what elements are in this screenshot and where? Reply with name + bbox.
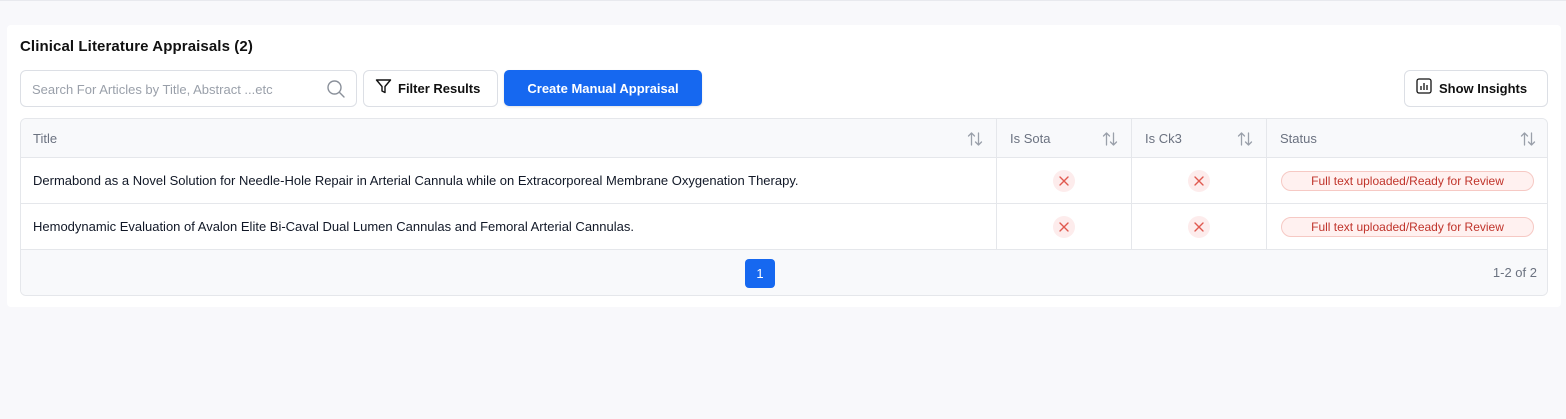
page-title: Clinical Literature Appraisals (2) — [20, 38, 253, 55]
search-input[interactable] — [32, 80, 322, 98]
column-header-is-sota[interactable]: Is Sota — [997, 119, 1132, 157]
table-row[interactable]: Hemodynamic Evaluation of Avalon Elite B… — [21, 204, 1547, 250]
pagination-range: 1-2 of 2 — [1492, 265, 1537, 280]
close-icon — [1053, 215, 1075, 238]
status-cell: Full text uploaded/Ready for Review — [1267, 204, 1547, 249]
status-cell: Full text uploaded/Ready for Review — [1267, 158, 1547, 203]
filter-results-label: Filter Results — [398, 81, 481, 96]
column-header-status[interactable]: Status — [1267, 119, 1547, 157]
close-icon — [1053, 169, 1075, 192]
close-icon — [1188, 169, 1210, 192]
toolbar: Filter Results Create Manual Appraisal S… — [20, 70, 1548, 107]
sort-icon[interactable] — [1519, 130, 1537, 148]
show-insights-label: Show Insights — [1439, 81, 1528, 96]
sort-icon[interactable] — [966, 130, 984, 148]
top-divider — [0, 0, 1566, 1]
article-title[interactable]: Hemodynamic Evaluation of Avalon Elite B… — [33, 219, 634, 234]
pagination-bar: 1 1-2 of 2 — [21, 250, 1547, 295]
appraisals-panel: Clinical Literature Appraisals (2) Filte… — [7, 25, 1561, 307]
status-badge: Full text uploaded/Ready for Review — [1281, 216, 1534, 237]
close-icon — [1188, 215, 1210, 238]
is-ck3-cell — [1132, 158, 1267, 203]
article-title[interactable]: Dermabond as a Novel Solution for Needle… — [33, 173, 798, 188]
is-ck3-cell — [1132, 204, 1267, 249]
sort-icon[interactable] — [1236, 130, 1254, 148]
bar-chart-icon — [1416, 78, 1432, 99]
page-button-1[interactable]: 1 — [745, 259, 775, 288]
show-insights-button[interactable]: Show Insights — [1404, 70, 1548, 107]
appraisals-table: Title Is Sota Is Ck3 Status Dermabond as… — [20, 118, 1548, 296]
search-icon[interactable] — [326, 79, 346, 99]
column-header-title[interactable]: Title — [21, 119, 997, 157]
table-header: Title Is Sota Is Ck3 Status — [21, 119, 1547, 158]
row-title-cell[interactable]: Dermabond as a Novel Solution for Needle… — [21, 158, 997, 203]
filter-icon — [375, 78, 392, 100]
search-box — [20, 70, 357, 107]
status-badge: Full text uploaded/Ready for Review — [1281, 170, 1534, 191]
filter-results-button[interactable]: Filter Results — [363, 70, 498, 107]
column-header-is-ck3[interactable]: Is Ck3 — [1132, 119, 1267, 157]
row-title-cell[interactable]: Hemodynamic Evaluation of Avalon Elite B… — [21, 204, 997, 249]
is-sota-cell — [997, 158, 1132, 203]
create-manual-appraisal-button[interactable]: Create Manual Appraisal — [504, 70, 702, 106]
table-row[interactable]: Dermabond as a Novel Solution for Needle… — [21, 158, 1547, 204]
sort-icon[interactable] — [1101, 130, 1119, 148]
is-sota-cell — [997, 204, 1132, 249]
